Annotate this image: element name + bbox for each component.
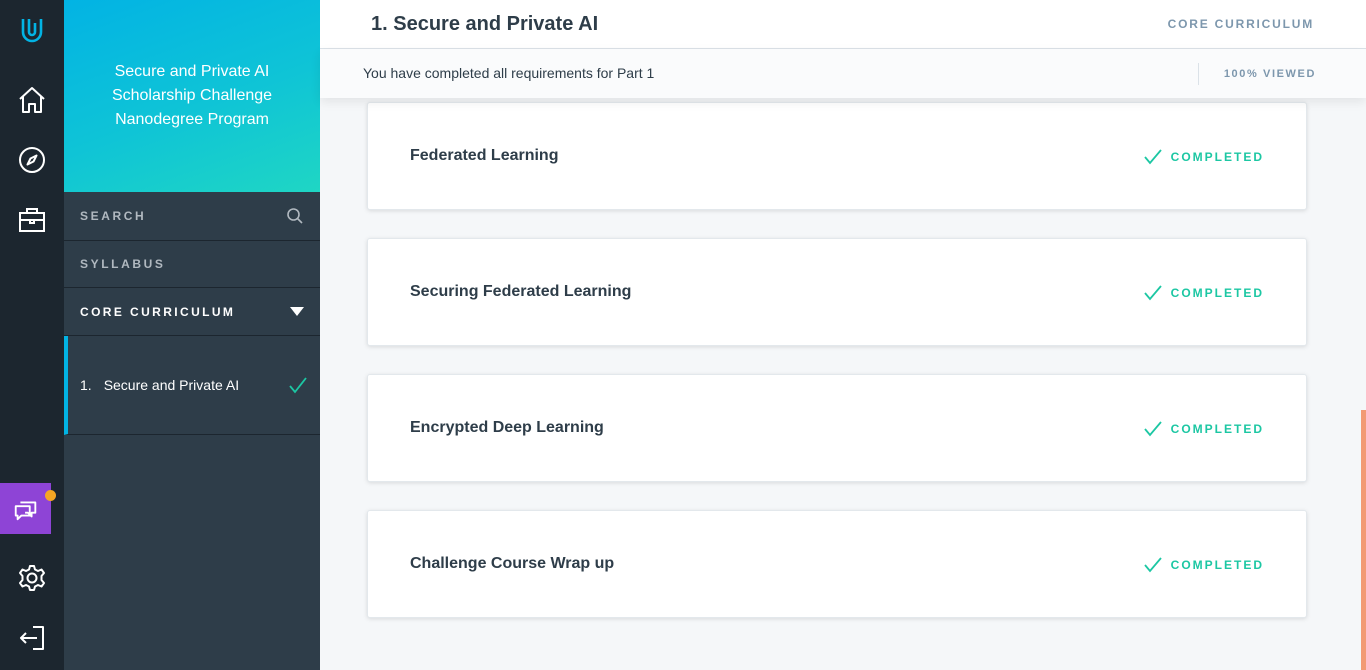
lesson-card[interactable]: Challenge Course Wrap up COMPLETED — [367, 510, 1307, 618]
program-hero: Secure and Private AI Scholarship Challe… — [64, 0, 320, 192]
sidebar-lesson-title: Secure and Private AI — [103, 377, 240, 393]
icon-rail — [0, 0, 64, 670]
check-icon — [1143, 421, 1162, 437]
scrollbar-thumb[interactable] — [1361, 410, 1366, 670]
check-icon — [1143, 285, 1162, 301]
lesson-title: Securing Federated Learning — [410, 283, 632, 300]
search-icon — [287, 208, 303, 224]
search-row[interactable]: SEARCH — [64, 192, 320, 241]
lesson-status: COMPLETED — [1143, 284, 1264, 302]
status-text: COMPLETED — [1170, 150, 1264, 164]
program-title: Secure and Private AI Scholarship Challe… — [111, 63, 273, 128]
sidebar-item-secure-and-private-ai[interactable]: 1. Secure and Private AI — [64, 336, 320, 435]
page-title: 1. Secure and Private AI — [371, 13, 599, 35]
briefcase-icon[interactable] — [0, 198, 64, 242]
check-icon — [1143, 149, 1162, 165]
lesson-card[interactable]: Encrypted Deep Learning COMPLETED — [367, 374, 1307, 482]
compass-icon[interactable] — [0, 138, 64, 182]
lesson-status: COMPLETED — [1143, 148, 1264, 166]
top-bar: 1. Secure and Private AI CORE CURRICULUM — [320, 0, 1366, 49]
syllabus-label: SYLLABUS — [80, 257, 166, 271]
gear-icon[interactable] — [0, 556, 64, 600]
notification-dot — [45, 490, 56, 501]
sidebar-lesson-number: 1. — [80, 377, 92, 393]
chat-button[interactable] — [0, 483, 51, 534]
home-icon[interactable] — [0, 78, 64, 122]
sidebar-lesson-label: 1. Secure and Private AI — [80, 377, 239, 393]
core-curriculum-toggle[interactable]: CORE CURRICULUM — [64, 288, 320, 336]
lesson-title: Encrypted Deep Learning — [410, 419, 604, 436]
completion-bar: You have completed all requirements for … — [320, 49, 1366, 98]
status-text: COMPLETED — [1170, 558, 1264, 572]
divider — [1198, 63, 1199, 85]
section-label: CORE CURRICULUM — [1167, 17, 1314, 31]
check-icon — [289, 377, 307, 394]
lesson-title: Challenge Course Wrap up — [410, 555, 615, 572]
core-curriculum-label: CORE CURRICULUM — [80, 304, 236, 319]
udacity-logo-icon[interactable] — [0, 8, 64, 52]
lesson-status: COMPLETED — [1143, 420, 1264, 438]
sidebar: Secure and Private AI Scholarship Challe… — [64, 0, 320, 670]
caret-down-icon — [290, 306, 304, 316]
syllabus-row: SYLLABUS — [64, 241, 320, 288]
status-text: COMPLETED — [1170, 286, 1264, 300]
completion-message: You have completed all requirements for … — [363, 65, 655, 81]
lesson-card[interactable]: Federated Learning COMPLETED — [367, 102, 1307, 210]
chat-icon — [14, 501, 36, 520]
lesson-title: Federated Learning — [410, 147, 559, 164]
lesson-status: COMPLETED — [1143, 556, 1264, 574]
search-label: SEARCH — [80, 209, 147, 223]
status-text: COMPLETED — [1170, 422, 1264, 436]
check-icon — [1143, 557, 1162, 573]
lesson-card[interactable]: Securing Federated Learning COMPLETED — [367, 238, 1307, 346]
logout-icon[interactable] — [0, 616, 64, 660]
viewed-percentage: 100% VIEWED — [1223, 68, 1316, 80]
